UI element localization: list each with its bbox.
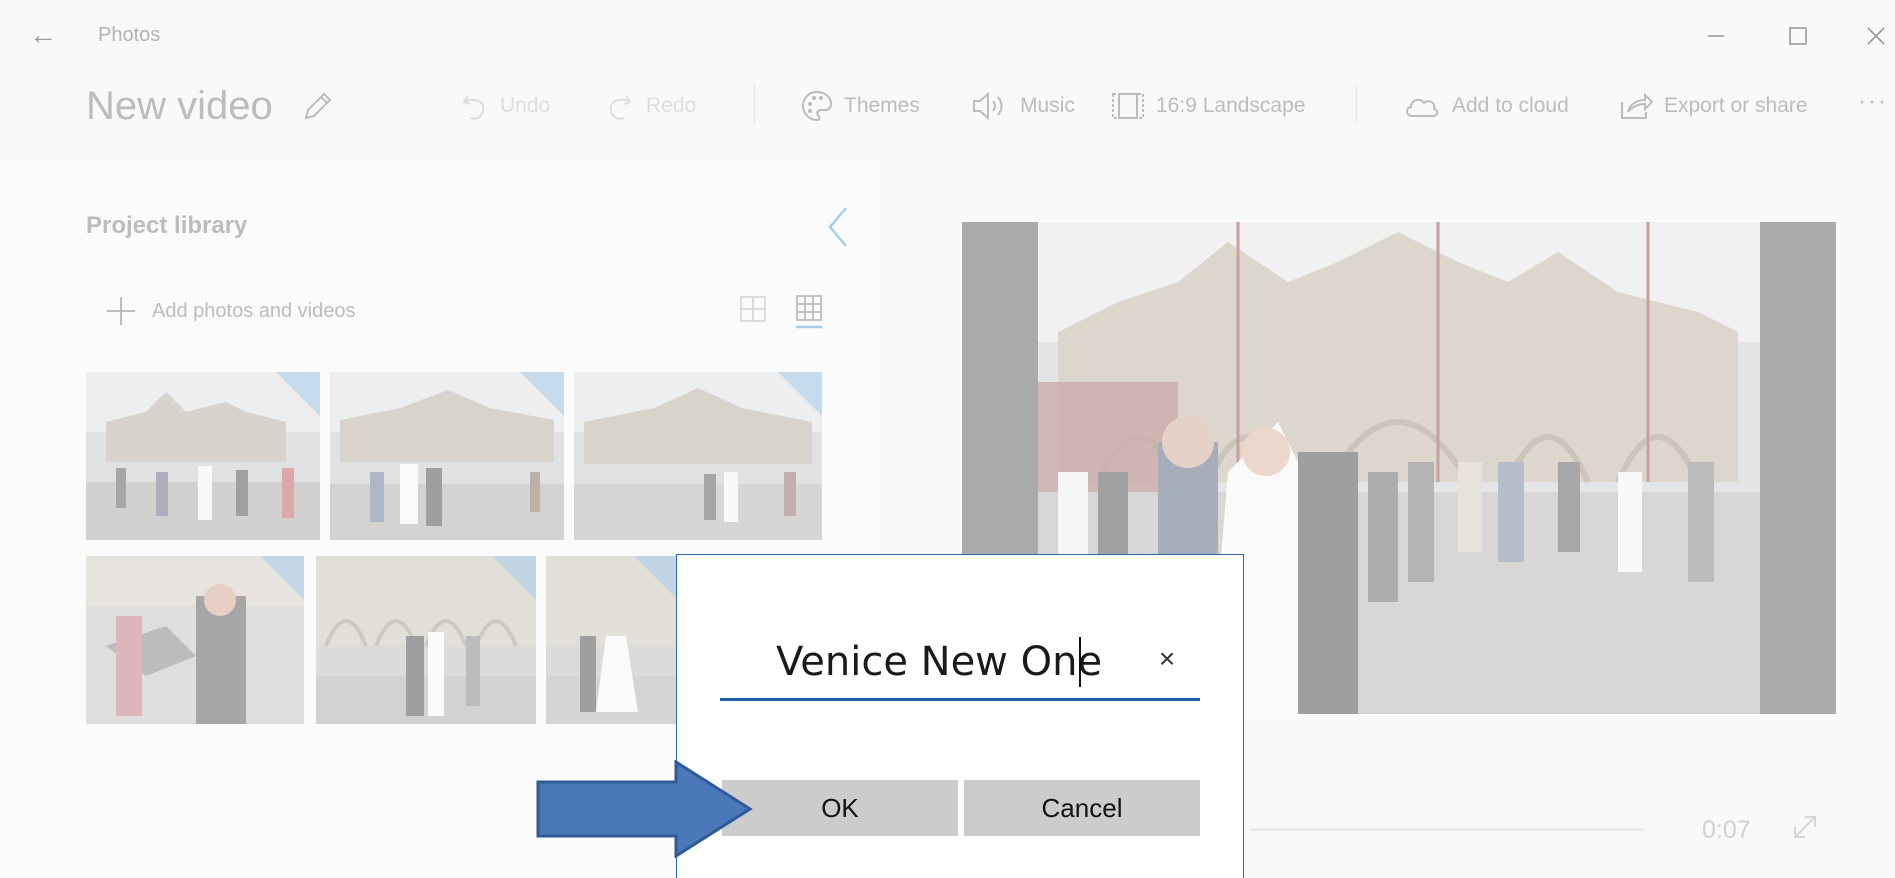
video-badge <box>520 372 564 416</box>
project-name-input[interactable] <box>776 636 1136 688</box>
redo-icon <box>609 95 632 120</box>
minimize-icon <box>1708 35 1724 37</box>
text-cursor <box>1079 637 1081 687</box>
speaker-icon <box>973 91 1003 121</box>
media-thumbnail[interactable] <box>574 372 822 540</box>
small-thumbnails-button[interactable] <box>794 294 824 330</box>
export-or-share-label: Export or share <box>1664 94 1808 117</box>
export-or-share-button[interactable]: Export or share <box>1618 86 1808 126</box>
pointer-arrow-icon <box>536 759 753 859</box>
seek-bar[interactable] <box>1250 828 1644 831</box>
toolbar-divider <box>754 84 755 124</box>
grid-2x2-icon <box>740 296 766 322</box>
chevron-left-icon <box>828 207 847 247</box>
media-thumbnail[interactable] <box>546 556 678 724</box>
add-to-cloud-label: Add to cloud <box>1452 94 1569 117</box>
undo-icon <box>462 95 485 120</box>
video-badge <box>778 372 822 416</box>
collapse-library-button[interactable] <box>818 204 858 250</box>
themes-button[interactable]: Themes <box>800 86 920 126</box>
large-thumbnails-button[interactable] <box>740 296 766 322</box>
redo-label: Redo <box>646 94 697 117</box>
media-thumbnail[interactable] <box>86 372 320 540</box>
media-thumbnail[interactable] <box>316 556 536 724</box>
playback-time: 0:07 <box>1702 816 1751 844</box>
expand-icon <box>1794 816 1816 838</box>
share-icon <box>1621 92 1654 119</box>
undo-label: Undo <box>500 94 551 117</box>
maximize-button[interactable] <box>1778 16 1818 56</box>
ok-button[interactable]: OK <box>722 780 958 836</box>
add-photos-and-videos-button[interactable]: Add photos and videos <box>104 294 356 328</box>
pencil-icon <box>304 92 332 120</box>
minimize-button[interactable] <box>1696 16 1736 56</box>
toolbar-divider <box>1356 84 1357 124</box>
back-arrow-icon[interactable]: ← <box>26 18 60 52</box>
cancel-button[interactable]: Cancel <box>964 780 1200 836</box>
annotation-arrow <box>536 759 754 859</box>
video-badge <box>276 372 320 416</box>
music-button[interactable]: Music <box>970 86 1075 126</box>
grid-3x3-icon <box>796 295 822 329</box>
redo-button[interactable]: Redo <box>604 86 696 126</box>
aspect-ratio-button[interactable]: 16:9 Landscape <box>1110 86 1305 126</box>
aspect-ratio-icon <box>1112 93 1144 119</box>
video-badge <box>492 556 536 600</box>
clear-text-button[interactable]: × <box>1152 644 1182 674</box>
more-options-button[interactable]: ··· <box>1858 88 1888 116</box>
add-photos-and-videos-label: Add photos and videos <box>152 299 356 322</box>
close-button[interactable] <box>1856 16 1895 56</box>
project-title: New video <box>86 84 273 128</box>
add-to-cloud-button[interactable]: Add to cloud <box>1402 86 1569 126</box>
video-badge <box>260 556 304 600</box>
maximize-icon <box>1789 27 1807 45</box>
aspect-ratio-label: 16:9 Landscape <box>1156 94 1306 117</box>
palette-icon <box>801 90 833 122</box>
media-thumbnail[interactable] <box>330 372 564 540</box>
title-bar <box>0 0 1895 70</box>
undo-button[interactable]: Undo <box>458 86 550 126</box>
edit-title-button[interactable] <box>300 88 336 124</box>
cloud-icon <box>1406 98 1439 117</box>
music-label: Music <box>1020 94 1075 117</box>
video-badge <box>634 556 678 600</box>
media-thumbnail[interactable] <box>86 556 304 724</box>
library-title: Project library <box>86 212 248 239</box>
close-icon <box>1867 27 1885 45</box>
themes-label: Themes <box>844 94 920 117</box>
fullscreen-button[interactable] <box>1790 812 1820 842</box>
app-title: Photos <box>98 24 161 46</box>
plus-icon <box>107 297 135 325</box>
